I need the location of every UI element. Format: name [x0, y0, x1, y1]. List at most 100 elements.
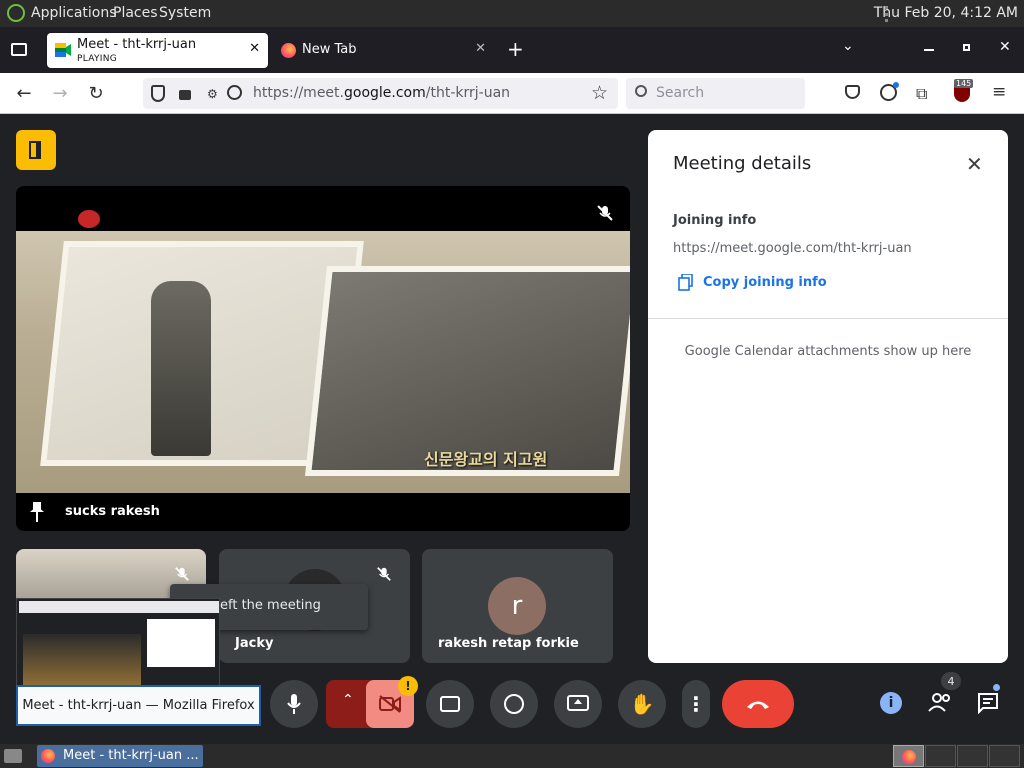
joining-url: https://meet.google.com/tht-krrj-uan — [673, 241, 912, 256]
captions-icon — [440, 696, 460, 712]
microphone-button[interactable] — [270, 680, 318, 728]
media-blocked-icon[interactable] — [227, 85, 242, 100]
taskbar-window-title: Meet - tht-krrj-uan ... — [63, 748, 199, 763]
camera-off-icon — [379, 695, 401, 713]
tab-close-icon[interactable]: ✕ — [249, 41, 260, 56]
chat-icon[interactable] — [977, 692, 999, 714]
extension-badge: 145 — [954, 79, 974, 88]
applications-menu[interactable]: Applications — [31, 5, 117, 21]
tab-close-icon[interactable]: ✕ — [475, 41, 486, 56]
meet-content: 신문왕교의 지고원 sucks rakesh Jacky r rakesh re… — [0, 114, 1024, 744]
pin-icon[interactable] — [30, 502, 44, 522]
taskbar-window-button[interactable]: Meet - tht-krrj-uan ... — [37, 745, 203, 767]
window-tooltip: Meet - tht-krrj-uan — Mozilla Firefox — [16, 685, 261, 726]
clock[interactable]: Thu Feb 20, 4:12 AM — [874, 5, 1018, 21]
mic-off-icon — [175, 567, 189, 581]
tracking-shield-icon[interactable] — [151, 85, 165, 102]
divider — [648, 318, 1008, 319]
workspace-switcher[interactable] — [893, 745, 924, 767]
tab-list-icon[interactable] — [11, 43, 27, 56]
permissions-icon[interactable]: ⚙ — [207, 87, 218, 101]
more-vert-icon: ⋮ — [686, 692, 706, 716]
reload-icon[interactable]: ↻ — [84, 81, 108, 105]
minimize-window-icon[interactable] — [924, 49, 934, 51]
close-panel-icon[interactable]: ✕ — [966, 152, 983, 176]
copy-joining-info-button[interactable]: Copy joining info — [703, 275, 827, 290]
people-icon[interactable] — [928, 692, 952, 712]
bookmark-star-icon[interactable]: ☆ — [591, 82, 608, 104]
workspace-3[interactable] — [957, 745, 988, 767]
firefox-icon — [902, 750, 916, 764]
close-window-icon[interactable]: ✕ — [999, 39, 1011, 55]
list-all-tabs-chevron-icon[interactable]: ⌄ — [842, 38, 854, 54]
back-arrow-icon[interactable]: ← — [12, 81, 36, 105]
leave-call-button[interactable] — [722, 680, 794, 728]
url-text[interactable]: https://meet.google.com/tht-krrj-uan — [253, 85, 510, 101]
search-icon — [635, 85, 647, 97]
avatar: r — [488, 577, 546, 635]
workspace-2[interactable] — [925, 745, 956, 767]
captions-button[interactable] — [426, 680, 474, 728]
tab-new-tab-title: New Tab — [302, 42, 357, 57]
microphone-icon — [287, 694, 301, 714]
raise-hand-button[interactable]: ✋ — [618, 680, 666, 728]
workspace-4[interactable] — [989, 745, 1020, 767]
chat-dot-icon — [993, 684, 1000, 691]
meet-favicon-icon — [55, 43, 71, 57]
search-bar[interactable]: Search — [626, 78, 805, 109]
meeting-details-title: Meeting details — [673, 153, 812, 174]
present-screen-icon — [567, 695, 589, 711]
show-desktop-icon[interactable] — [4, 749, 22, 763]
tab-meet-title: Meet - tht-krrj-uan — [77, 37, 197, 52]
copy-icon[interactable] — [678, 274, 693, 291]
tab-new-tab[interactable]: New Tab ✕ — [272, 33, 494, 68]
gnome-foot-icon[interactable] — [7, 4, 25, 22]
photo-left-figure — [151, 281, 211, 456]
main-tile-name: sucks rakesh — [65, 504, 160, 519]
pocket-icon[interactable] — [845, 85, 860, 99]
participant-tile-rakesh[interactable]: r rakesh retap forkie — [422, 549, 613, 663]
participant-name: rakesh retap forkie — [438, 636, 579, 651]
reactions-button[interactable] — [490, 680, 538, 728]
calendar-attachments-note: Google Calendar attachments show up here — [684, 344, 972, 359]
bottom-taskbar: Meet - tht-krrj-uan ... — [0, 744, 1024, 768]
tab-meet[interactable]: Meet - tht-krrj-uan PLAYING ✕ — [47, 33, 268, 68]
firefox-favicon-icon — [281, 43, 296, 58]
mic-off-icon — [597, 205, 613, 221]
activities-door-icon[interactable] — [16, 130, 56, 170]
main-video-tile[interactable]: 신문왕교의 지고원 sucks rakesh — [16, 186, 630, 531]
maximize-window-icon[interactable] — [963, 44, 970, 51]
firefox-icon — [41, 749, 55, 763]
mic-off-icon — [377, 567, 391, 581]
search-placeholder: Search — [656, 85, 705, 101]
joining-info-label: Joining info — [673, 213, 757, 228]
url-bar[interactable]: ⚙ https://meet.google.com/tht-krrj-uan ☆ — [143, 78, 618, 109]
more-options-button[interactable]: ⋮ — [682, 680, 710, 728]
account-dot-icon — [893, 82, 899, 88]
hand-icon: ✋ — [629, 692, 655, 716]
meeting-details-panel: Meeting details ✕ Joining info https://m… — [648, 130, 1008, 663]
people-count-badge: 4 — [941, 672, 961, 690]
top-panel: Applications Places System Thu Feb 20, 4… — [0, 0, 1024, 27]
tab-meet-playing: PLAYING — [77, 54, 118, 64]
tv-logo — [78, 210, 100, 228]
hamburger-menu-icon[interactable]: ≡ — [992, 82, 1006, 102]
lock-icon[interactable] — [179, 90, 191, 100]
tab-strip: Meet - tht-krrj-uan PLAYING ✕ New Tab ✕ … — [0, 27, 1024, 73]
present-screen-button[interactable] — [554, 680, 602, 728]
end-call-icon — [747, 701, 769, 709]
camera-warning-badge: ! — [398, 676, 418, 696]
extensions-puzzle-icon[interactable]: ⧉ — [916, 84, 927, 104]
system-menu[interactable]: System — [159, 5, 211, 21]
left-meeting-text: eft the meeting — [220, 598, 321, 613]
new-tab-plus-icon[interactable]: + — [507, 37, 524, 61]
photo-right — [304, 266, 630, 476]
participant-name: Jacky — [235, 636, 274, 651]
camera-options-chevron-icon[interactable]: ⌃ — [342, 692, 354, 708]
meeting-info-icon[interactable]: i — [880, 692, 902, 714]
avatar-letter: r — [511, 591, 523, 621]
forward-arrow-icon[interactable]: → — [48, 81, 72, 105]
video-subtitle-overlay: 신문왕교의 지고원 — [424, 450, 548, 469]
navigation-toolbar: ← → ↻ ⚙ https://meet.google.com/tht-krrj… — [0, 73, 1024, 114]
places-menu[interactable]: Places — [113, 5, 158, 21]
